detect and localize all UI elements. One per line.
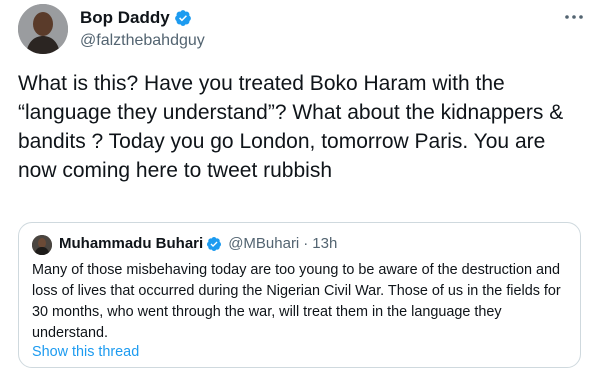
quoted-header: Muhammadu Buhari @MBuhari · 13h [59,235,337,252]
verified-badge-icon [206,236,222,252]
more-options-icon[interactable] [558,8,590,26]
author-handle[interactable]: @falzthebahdguy [80,32,205,50]
quoted-tweet[interactable]: Muhammadu Buhari @MBuhari · 13h Many of … [18,222,581,368]
author-name[interactable]: Bop Daddy [80,8,170,28]
tweet-text: What is this? Have you treated Boko Hara… [18,72,564,182]
author-name-row: Bop Daddy [80,8,192,28]
author-avatar[interactable] [18,4,68,54]
verified-badge-icon [174,9,192,27]
quoted-author-name: Muhammadu Buhari [59,235,204,252]
quoted-author-handle: @MBuhari [228,235,300,252]
quoted-author-avatar [32,235,52,255]
show-thread-link[interactable]: Show this thread [32,344,139,360]
dot-separator: · [303,235,309,252]
quoted-tweet-text: Many of those misbehaving today are too … [32,262,561,341]
quoted-timestamp: 13h [312,235,338,252]
avatar-image [18,4,68,54]
